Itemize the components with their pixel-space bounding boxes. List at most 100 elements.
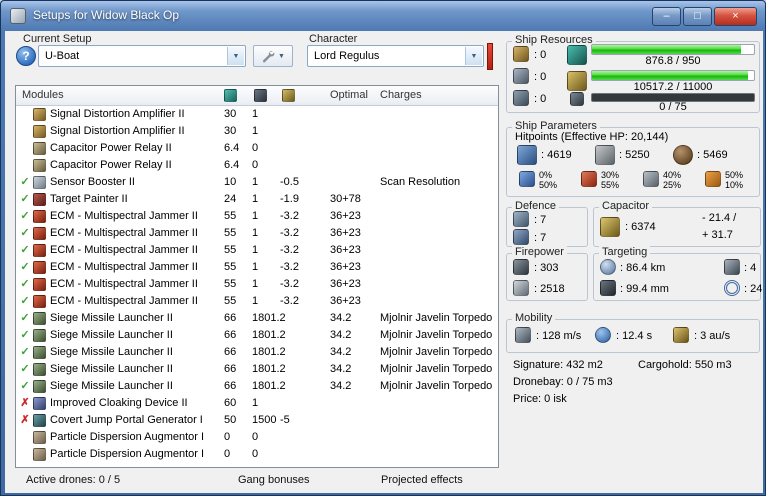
module-icon	[33, 278, 46, 291]
module-icon	[33, 142, 46, 155]
module-name: Siege Missile Launcher II	[50, 329, 173, 341]
module-icon	[33, 210, 46, 223]
module-cpu: 55	[224, 261, 237, 273]
calibration-icon	[570, 92, 584, 106]
modules-table: Modules Optimal Charges Signal Distortio…	[15, 85, 499, 468]
table-row[interactable]: ✓ ECM - Multispectral Jammer II 55 1 -3.2 36+…	[16, 259, 498, 276]
quantity-icon[interactable]	[254, 89, 267, 102]
minimize-button[interactable]: –	[652, 7, 681, 26]
module-qty: 0	[252, 159, 259, 171]
setup-combobox[interactable]: U-Boat ▼	[38, 45, 246, 67]
module-qty: 1	[252, 295, 259, 307]
volley-icon	[513, 259, 529, 275]
modules-column-header[interactable]: Modules	[22, 86, 64, 105]
module-name: Improved Cloaking Device II	[50, 397, 188, 409]
utility-free: : 0	[534, 93, 547, 105]
module-qty: 1801.2	[252, 363, 286, 375]
table-row[interactable]: ✓ Target Painter II 24 1 -1.9 30+78	[16, 191, 498, 208]
module-icon	[33, 363, 46, 376]
powergrid-value: 10517.2 / 11000	[633, 81, 713, 93]
table-row[interactable]: Particle Dispersion Augmentor I 0 0	[16, 446, 498, 463]
module-name: Siege Missile Launcher II	[50, 346, 173, 358]
table-row[interactable]: ✗ Covert Jump Portal Generator I 50 1500 -5	[16, 412, 498, 429]
module-cap: -3.2	[280, 227, 299, 239]
table-row[interactable]: Capacitor Power Relay II 6.4 0	[16, 157, 498, 174]
module-name: Capacitor Power Relay II	[50, 142, 172, 154]
active-check-icon: ✓	[20, 227, 30, 239]
module-optimal: 36+23	[330, 244, 361, 256]
module-cpu: 6.4	[224, 142, 240, 154]
module-name: Siege Missile Launcher II	[50, 312, 173, 324]
module-name: Target Painter II	[50, 193, 128, 205]
chevron-down-icon[interactable]: ▼	[465, 47, 482, 65]
module-qty: 1801.2	[252, 346, 286, 358]
table-row[interactable]: Signal Distortion Amplifier II 30 1	[16, 123, 498, 140]
table-row[interactable]: ✓ Siege Missile Launcher II 66 1801.2 34.2 Mj…	[16, 327, 498, 344]
table-row[interactable]: Signal Distortion Amplifier II 30 1	[16, 106, 498, 123]
table-row[interactable]: ✓ ECM - Multispectral Jammer II 55 1 -3.2 36+…	[16, 208, 498, 225]
targeting-title: Targeting	[599, 246, 651, 258]
hull-icon	[673, 145, 693, 165]
modules-table-header[interactable]: Modules Optimal Charges	[16, 86, 498, 106]
cpu-icon[interactable]	[224, 89, 237, 102]
table-row[interactable]: ✓ Siege Missile Launcher II 66 1801.2 34.2 Mj…	[16, 344, 498, 361]
table-row[interactable]: ✗ Improved Cloaking Device II 60 1	[16, 395, 498, 412]
close-button[interactable]: ×	[714, 7, 757, 26]
module-cap: -3.2	[280, 210, 299, 222]
capacitor-usage-icon[interactable]	[282, 89, 295, 102]
module-charge: Mjolnir Javelin Torpedo	[380, 363, 493, 375]
title-bar[interactable]: Setups for Widow Black Op – □ ×	[1, 1, 765, 31]
table-row[interactable]: ✓ ECM - Multispectral Jammer II 55 1 -3.2 36+…	[16, 276, 498, 293]
help-button[interactable]: ?	[16, 46, 36, 66]
tab-active-drones[interactable]: Active drones: 0 / 5	[26, 474, 120, 486]
module-qty: 0	[252, 142, 259, 154]
table-row[interactable]: ✓ Siege Missile Launcher II 66 1801.2 34.2 Mj…	[16, 310, 498, 327]
kinetic-resist-icon	[643, 171, 659, 187]
module-qty: 1	[252, 108, 259, 120]
table-row[interactable]: Particle Dispersion Augmentor I 0 0	[16, 429, 498, 446]
module-qty: 0	[252, 431, 259, 443]
armor-hp: : 5250	[619, 149, 650, 161]
module-cap: -3.2	[280, 278, 299, 290]
module-optimal: 36+23	[330, 295, 361, 307]
modules-table-body: Signal Distortion Amplifier II 30 1 Signal…	[16, 106, 498, 467]
charges-column-header[interactable]: Charges	[380, 86, 422, 105]
character-combobox[interactable]: Lord Regulus ▼	[307, 45, 484, 67]
module-name: Siege Missile Launcher II	[50, 380, 173, 392]
optimal-column-header[interactable]: Optimal	[330, 86, 368, 105]
module-cap: -5	[280, 414, 290, 426]
table-row[interactable]: Capacitor Power Relay II 6.4 0	[16, 140, 498, 157]
launchers-free: : 0	[534, 71, 547, 83]
chevron-down-icon[interactable]: ▼	[227, 47, 244, 65]
signature-radius: Signature: 432 m2	[513, 359, 603, 371]
dps-value: : 2518	[534, 283, 565, 295]
table-row[interactable]: ✓ ECM - Multispectral Jammer II 55 1 -3.2 36+…	[16, 242, 498, 259]
active-check-icon: ✓	[20, 261, 30, 273]
maximize-button[interactable]: □	[683, 7, 712, 26]
explosive-resist-icon	[705, 171, 721, 187]
table-row[interactable]: ✓ ECM - Multispectral Jammer II 55 1 -3.2 36+…	[16, 225, 498, 242]
max-targets: : 4	[744, 262, 757, 274]
table-row[interactable]: ✓ Siege Missile Launcher II 66 1801.2 34.2 Mj…	[16, 378, 498, 395]
module-qty: 1	[252, 176, 259, 188]
setup-tools-button[interactable]: ▼	[253, 45, 293, 67]
targeting-group: Targeting : 86.4 km : 4 : 99.4 mm : 24	[593, 246, 762, 301]
kinetic-resist-shield: 40%	[663, 170, 682, 180]
ship-resources-group: Ship Resources : 0 : 0 : 0 876.8 / 950 1…	[506, 34, 760, 113]
max-targets-icon	[724, 259, 740, 275]
tab-gang-bonuses[interactable]: Gang bonuses	[238, 474, 310, 486]
defence-value-1: : 7	[534, 214, 547, 226]
max-velocity: : 128 m/s	[536, 330, 582, 342]
table-row[interactable]: ✓ ECM - Multispectral Jammer II 55 1 -3.2 36+…	[16, 293, 498, 310]
module-cpu: 66	[224, 312, 237, 324]
table-row[interactable]: ✓ Siege Missile Launcher II 66 1801.2 34.2 Mj…	[16, 361, 498, 378]
scan-resolution-icon	[600, 280, 616, 296]
module-name: Particle Dispersion Augmentor I	[50, 448, 205, 460]
capacitor-amount: : 6374	[625, 221, 656, 233]
dronebay: Dronebay: 0 / 75 m3	[513, 376, 613, 388]
firepower-title: Firepower	[512, 246, 567, 258]
kinetic-resist-armor: 25%	[663, 180, 682, 190]
tab-projected-effects[interactable]: Projected effects	[381, 474, 463, 486]
table-row[interactable]: ✓ Sensor Booster II 10 1 -0.5 Scan Resolution	[16, 174, 498, 191]
dps-icon	[513, 280, 529, 296]
